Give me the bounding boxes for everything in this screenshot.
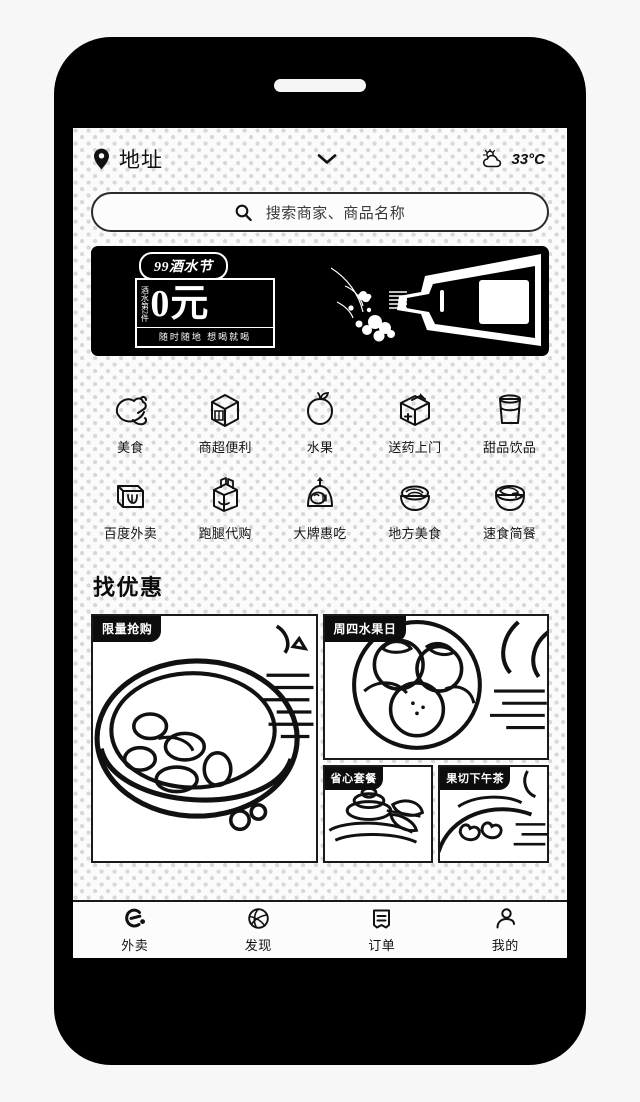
- category-label: 水果: [306, 440, 334, 455]
- soup-bowl-illustration: [94, 624, 314, 832]
- tab-faxian[interactable]: 发现: [197, 906, 321, 954]
- promo-card-tag: 限量抢购: [93, 616, 162, 642]
- category-label: 甜品饮品: [482, 440, 537, 455]
- banner-festival-tag: 99酒水节: [139, 252, 228, 280]
- promo-banner-section: 99酒水节 酒水第2件 0元 随时随地 想喝就喝: [73, 246, 567, 370]
- search-icon: [235, 204, 252, 221]
- promo-section: 找优惠 限量抢购 周四水果日 省心套餐 果切下午茶: [73, 560, 567, 863]
- promo-grid: 限量抢购 周四水果日 省心套餐 果切下午茶: [91, 614, 549, 863]
- category-row-2: 百度外卖 跑腿代购 大牌惠吃 地方美食 速食简餐: [83, 466, 557, 552]
- category-label: 速食简餐: [482, 526, 537, 541]
- banner-price-box: 酒水第2件 0元 随时随地 想喝就喝: [135, 278, 275, 348]
- promo-card-fruit-day[interactable]: 周四水果日: [322, 614, 549, 760]
- promo-card-flash-sale[interactable]: 限量抢购: [91, 614, 318, 863]
- category-item-tianpin[interactable]: 甜品饮品: [462, 380, 557, 466]
- category-label: 跑腿代购: [198, 526, 252, 541]
- category-item-paotui[interactable]: 跑腿代购: [178, 466, 273, 552]
- tab-wode[interactable]: 我的: [444, 906, 568, 954]
- medicine-box-icon: [392, 386, 438, 430]
- promo-banner[interactable]: 99酒水节 酒水第2件 0元 随时随地 想喝就喝: [91, 246, 549, 356]
- promo-card-fruit-tea[interactable]: 果切下午茶: [438, 765, 549, 863]
- wine-bottle-illustration: [330, 254, 541, 346]
- search-section: 搜索商家、商品名称: [73, 190, 567, 246]
- chevron-down-icon: [317, 153, 337, 165]
- tab-label: 发现: [244, 938, 272, 953]
- user-profile-icon: [493, 906, 518, 931]
- location-pin-icon: [93, 148, 110, 170]
- takeout-box-icon: [107, 472, 153, 516]
- category-label: 大牌惠吃: [293, 526, 347, 541]
- promo-card-tag: 省心套餐: [324, 767, 383, 790]
- location-selector[interactable]: 地址: [93, 144, 163, 174]
- bun-icon: [297, 472, 343, 516]
- location-label: 地址: [119, 149, 163, 172]
- tab-dingdan[interactable]: 订单: [320, 906, 444, 954]
- category-item-baidu-waimai[interactable]: 百度外卖: [83, 466, 178, 552]
- category-item-dapai[interactable]: 大牌惠吃: [273, 466, 368, 552]
- weather-widget[interactable]: 33°C: [482, 149, 545, 169]
- category-item-songyao[interactable]: 送药上门: [367, 380, 462, 466]
- order-list-icon: [369, 906, 394, 931]
- tab-label: 外卖: [121, 938, 149, 953]
- phone-screen: 地址 33°C 搜索商家、商品名称 99酒水节 酒水第2件 0元 随时随地 想喝…: [73, 128, 567, 958]
- category-label: 百度外卖: [103, 526, 157, 541]
- category-item-shuiguo[interactable]: 水果: [273, 380, 368, 466]
- temperature-label: 33°C: [511, 150, 545, 168]
- speaker-slot: [274, 79, 366, 92]
- banner-price-label: 0元: [150, 282, 210, 325]
- eleme-logo-icon: [122, 906, 147, 931]
- category-label: 商超便利: [198, 440, 252, 455]
- search-placeholder: 搜索商家、商品名称: [265, 204, 406, 222]
- category-label: 美食: [117, 440, 144, 455]
- sun-behind-cloud-icon: [482, 149, 508, 169]
- tab-waimai[interactable]: 外卖: [73, 906, 197, 954]
- shopping-bag-icon: [202, 472, 248, 516]
- tab-label: 我的: [491, 938, 519, 953]
- promo-card-tag: 周四水果日: [324, 616, 406, 642]
- category-item-difang[interactable]: 地方美食: [367, 466, 462, 552]
- promo-card-set-meal[interactable]: 省心套餐: [322, 765, 434, 863]
- noodle-bowl-icon: [392, 472, 438, 516]
- tab-label: 订单: [368, 938, 396, 953]
- category-grid: 美食 商超便利 水果 送药上门 甜品饮品 百度外卖 跑腿代购 大牌惠吃 地方美食…: [73, 370, 567, 560]
- search-input[interactable]: 搜索商家、商品名称: [91, 192, 549, 232]
- drink-cup-icon: [487, 386, 533, 430]
- roast-chicken-icon: [107, 386, 153, 430]
- banner-vertical-text: 酒水第2件: [140, 285, 150, 322]
- app-scroll-area[interactable]: 地址 33°C 搜索商家、商品名称 99酒水节 酒水第2件 0元 随时随地 想喝…: [73, 128, 567, 900]
- basketball-icon: [246, 906, 271, 931]
- category-item-meishi[interactable]: 美食: [83, 380, 178, 466]
- category-item-shangchao[interactable]: 商超便利: [178, 380, 273, 466]
- bottom-tab-bar: 外卖 发现 订单 我的: [73, 900, 567, 958]
- category-item-sushi[interactable]: 速食简餐: [462, 466, 557, 552]
- app-header: 地址 33°C: [73, 128, 567, 190]
- banner-subtitle: 随时随地 想喝就喝: [158, 332, 252, 342]
- promo-section-title: 找优惠: [93, 575, 164, 600]
- rice-bowl-icon: [487, 472, 533, 516]
- grocery-box-icon: [202, 386, 248, 430]
- promo-card-tag: 果切下午茶: [440, 767, 511, 790]
- category-row-1: 美食 商超便利 水果 送药上门 甜品饮品: [83, 380, 557, 466]
- category-label: 地方美食: [388, 526, 442, 541]
- category-label: 送药上门: [388, 440, 442, 455]
- apple-icon: [297, 386, 343, 430]
- location-dropdown-button[interactable]: [163, 153, 482, 165]
- promo-subgrid: 省心套餐 果切下午茶: [322, 765, 549, 863]
